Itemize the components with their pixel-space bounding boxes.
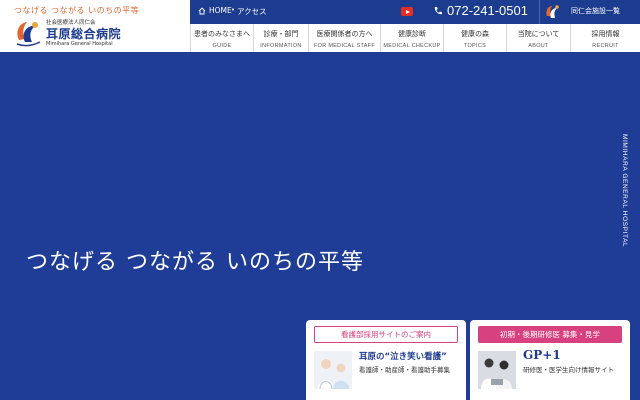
resident-photo-icon bbox=[478, 351, 516, 389]
hero-title: つなげる つながる いのちの平等 bbox=[26, 250, 364, 275]
banner-heading: 初期・後期研修医 募集・見学 bbox=[478, 326, 622, 343]
nav-item-label: 健康診断 bbox=[398, 30, 426, 38]
banner-heading: 看護部採用サイトのご案内 bbox=[314, 326, 458, 343]
home-icon bbox=[198, 6, 206, 14]
youtube-icon[interactable] bbox=[401, 7, 413, 16]
nav-item-sublabel: ABOUT bbox=[528, 43, 549, 49]
nav-item-label: 当院について bbox=[517, 30, 560, 38]
home-label: HOME bbox=[209, 6, 232, 15]
nav-item-checkup[interactable]: 健康診断 MEDICAL CHECKUP bbox=[380, 24, 443, 52]
resident-photo bbox=[478, 351, 516, 389]
site-logo[interactable]: つなげる つながる いのちの平等 社会医療法人同仁会 耳原総合病院 Mimiha… bbox=[0, 0, 190, 52]
nav-item-information[interactable]: 診療・部門 INFORMATION bbox=[253, 24, 308, 52]
nav-item-label: 診療・部門 bbox=[263, 30, 299, 38]
nav-item-guide[interactable]: 患者のみなさまへ GUIDE bbox=[190, 24, 253, 52]
nav-item-about[interactable]: 当院について ABOUT bbox=[506, 24, 570, 52]
nav-item-label: 医療関係者の方へ bbox=[316, 30, 373, 38]
top-bar: HOME • アクセス 072-241-0501 同仁会施設一覧 bbox=[190, 0, 640, 24]
access-link[interactable]: アクセス bbox=[237, 6, 267, 17]
banner-subtitle: 看護師・助産師・看護助手募集 bbox=[359, 366, 450, 374]
nav-item-label: 採用情報 bbox=[591, 30, 620, 38]
nav-item-label: 健康の森 bbox=[461, 30, 489, 38]
phone-text: 072-241-0501 bbox=[447, 3, 528, 18]
main-nav: 患者のみなさまへ GUIDE 診療・部門 INFORMATION 医療関係者の方… bbox=[190, 24, 640, 52]
nav-item-sublabel: INFORMATION bbox=[260, 43, 302, 49]
nav-item-sublabel: MEDICAL CHECKUP bbox=[383, 43, 441, 49]
banner-title: 耳原の“泣き笑い看護” bbox=[359, 352, 447, 362]
nav-item-label: 患者のみなさまへ bbox=[194, 30, 250, 38]
site-header: つなげる つながる いのちの平等 社会医療法人同仁会 耳原総合病院 Mimiha… bbox=[0, 0, 640, 52]
nursing-recruit-banner[interactable]: 看護部採用サイトのご案内 耳原の“泣き笑い看護” 看護師・助産師・看護助手募集 bbox=[306, 320, 466, 400]
nurse-photo-icon bbox=[314, 351, 352, 389]
resident-recruit-banner[interactable]: 初期・後期研修医 募集・見学 GP+1 研修医・医学生向け情報サイト bbox=[470, 320, 630, 400]
phone-number[interactable]: 072-241-0501 bbox=[433, 3, 528, 18]
hero-vertical-text: MIMIHARA GENERAL HOSPITAL bbox=[621, 134, 628, 248]
tagline: つなげる つながる いのちの平等 bbox=[14, 6, 140, 15]
nav-item-topics[interactable]: 健康の森 TOPICS bbox=[443, 24, 506, 52]
banner-title: GP+1 bbox=[523, 348, 561, 362]
hospital-logo-icon bbox=[16, 22, 41, 47]
home-link[interactable]: HOME bbox=[198, 6, 232, 15]
hero-vertical-label: MIMIHARA GENERAL HOSPITAL bbox=[616, 134, 630, 264]
nurse-photo bbox=[314, 351, 352, 389]
nav-item-sublabel: TOPICS bbox=[463, 43, 487, 49]
nav-item-recruit[interactable]: 採用情報 RECRUIT bbox=[570, 24, 640, 52]
nav-item-sublabel: FOR MEDICAL STAFF bbox=[313, 43, 376, 49]
topbar-divider bbox=[539, 0, 540, 24]
phone-icon bbox=[434, 6, 442, 14]
banner-subtitle: 研修医・医学生向け情報サイト bbox=[523, 366, 614, 374]
hospital-name-en: Mimihara General Hospital bbox=[46, 41, 113, 47]
nav-item-medical-staff[interactable]: 医療関係者の方へ FOR MEDICAL STAFF bbox=[308, 24, 380, 52]
group-facilities-link[interactable]: 同仁会施設一覧 bbox=[571, 6, 620, 16]
nav-item-sublabel: RECRUIT bbox=[592, 43, 619, 49]
group-logo-icon bbox=[546, 5, 559, 18]
breadcrumb-separator: • bbox=[231, 6, 236, 14]
nav-item-sublabel: GUIDE bbox=[212, 43, 232, 49]
hospital-name: 耳原総合病院 bbox=[46, 27, 122, 41]
